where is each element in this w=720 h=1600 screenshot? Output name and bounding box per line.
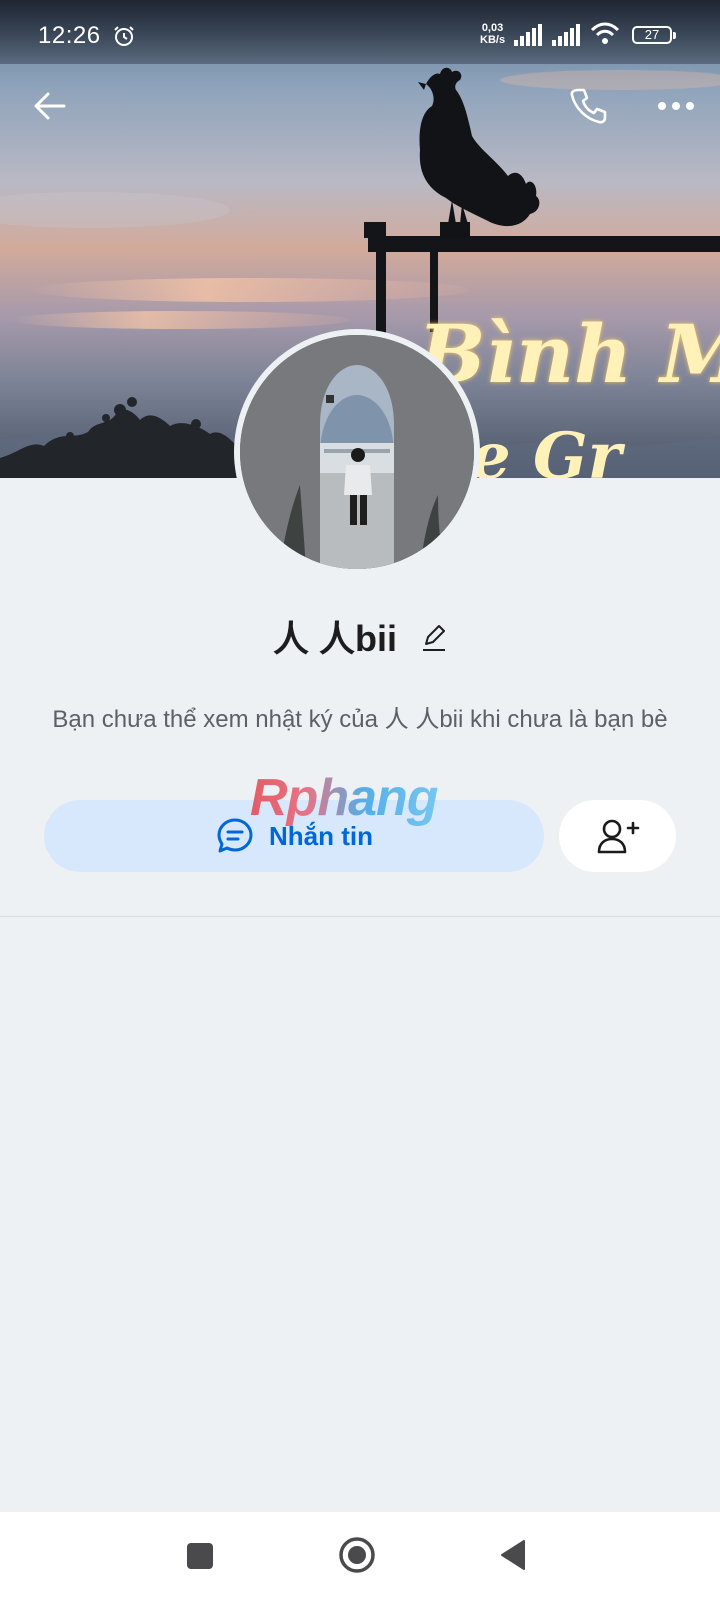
section-divider — [0, 916, 720, 917]
add-friend-button[interactable] — [559, 800, 676, 872]
call-button[interactable] — [566, 84, 610, 128]
back-nav-button[interactable] — [498, 1538, 528, 1577]
home-circle-icon — [339, 1537, 375, 1573]
square-icon — [187, 1543, 213, 1569]
phone-icon — [570, 88, 607, 124]
privacy-note: Bạn chưa thể xem nhật ký của 人 人bii khi … — [52, 706, 668, 733]
avatar[interactable] — [234, 329, 480, 575]
edit-name-button[interactable] — [421, 620, 447, 662]
svg-text:e Gr: e Gr — [470, 419, 626, 478]
user-plus-icon — [597, 819, 639, 854]
avatar-image — [240, 335, 474, 569]
recent-apps-button[interactable] — [186, 1542, 214, 1575]
signal-icon — [514, 24, 542, 46]
battery-indicator: 27 — [632, 26, 676, 44]
signal-icon-2 — [552, 24, 580, 46]
network-speed: 0,03 KB/s — [480, 22, 505, 46]
chat-bubble-icon — [217, 818, 253, 853]
avatar-photo — [240, 335, 474, 569]
system-navigation-bar — [0, 1512, 720, 1600]
triangle-back-icon — [501, 1540, 525, 1570]
back-button[interactable] — [28, 84, 72, 128]
profile-name-row: 人 人bii — [0, 610, 720, 662]
more-horizontal-icon — [658, 102, 694, 110]
profile-name: 人 人bii — [272, 618, 397, 659]
home-button[interactable] — [338, 1536, 376, 1579]
more-button[interactable] — [654, 86, 698, 126]
status-bar: 12:26 0,03 KB/s 27 — [0, 0, 720, 64]
pencil-icon — [423, 625, 445, 652]
network-speed-value: 0,03 — [481, 22, 504, 34]
arrow-left-icon — [34, 92, 66, 120]
wifi-icon — [590, 22, 620, 44]
status-time: 12:26 — [38, 22, 101, 49]
watermark-logo: Rphang — [250, 769, 439, 827]
alarm-icon — [114, 26, 134, 46]
network-speed-unit: KB/s — [480, 34, 506, 46]
